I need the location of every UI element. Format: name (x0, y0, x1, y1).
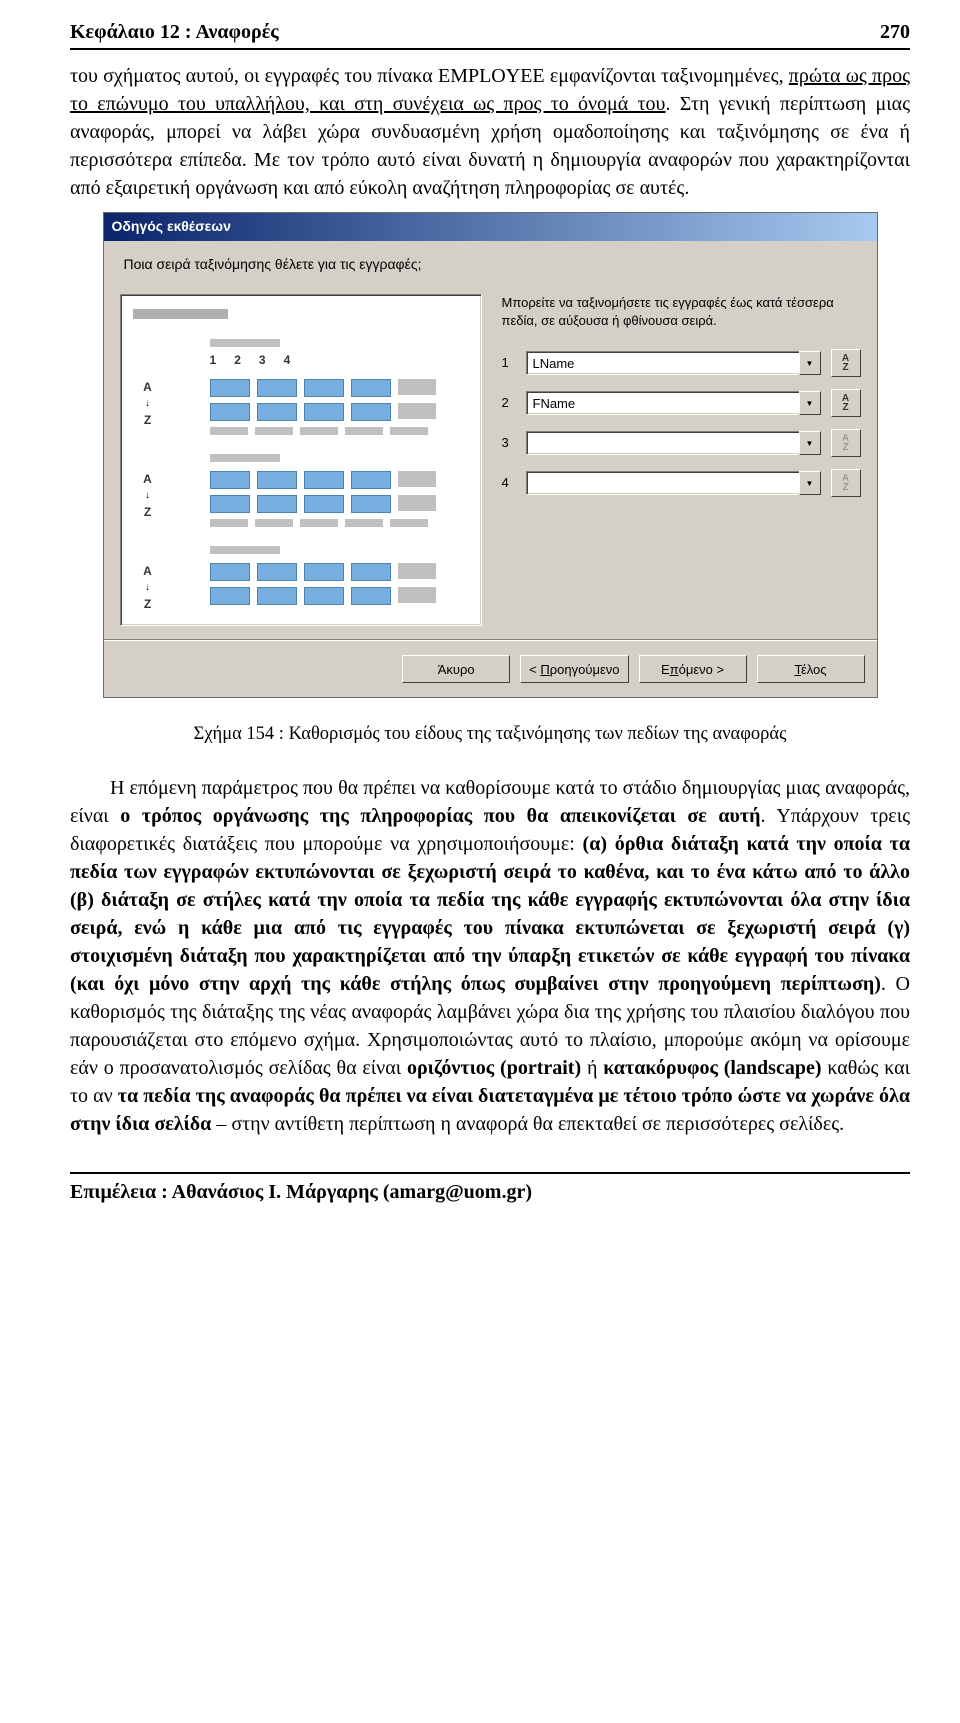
wizard-question: Ποια σειρά ταξινόμησης θέλετε για τις εγ… (124, 255, 861, 275)
sort-field-2-input[interactable] (526, 391, 799, 415)
body-paragraph-2: Η επόμενη παράμετρος που θα πρέπει να κα… (70, 774, 910, 1138)
back-button[interactable]: < Προηγούμενο (520, 655, 628, 683)
page-header: Κεφάλαιο 12 : Αναφορές 270 (70, 18, 910, 50)
sort-row-2: 2 ▼ AZ (502, 389, 861, 417)
sort-panel: Μπορείτε να ταξινομήσετε τις εγγραφές έω… (502, 294, 861, 626)
page-footer: Επιμέλεια : Αθανάσιος Ι. Μάργαρης (amarg… (70, 1172, 910, 1206)
sort-field-1-input[interactable] (526, 351, 799, 375)
dropdown-icon[interactable]: ▼ (799, 431, 821, 455)
sort-order-2-button[interactable]: AZ (831, 389, 861, 417)
next-button[interactable]: Επόμενο > (639, 655, 747, 683)
preview-col-1: 1 (210, 352, 217, 369)
sort-row-4: 4 ▼ AZ (502, 469, 861, 497)
dropdown-icon[interactable]: ▼ (799, 351, 821, 375)
finish-button[interactable]: Τέλος (757, 655, 865, 683)
sort-field-2[interactable]: ▼ (526, 391, 821, 415)
sort-field-3-input[interactable] (526, 431, 799, 455)
header-title: Κεφάλαιο 12 : Αναφορές (70, 18, 279, 46)
header-pageno: 270 (880, 18, 910, 46)
wizard-button-row: Άκυρο < Προηγούμενο Επόμενο > Τέλος (104, 640, 877, 697)
sort-field-3[interactable]: ▼ (526, 431, 821, 455)
wizard-titlebar: Οδηγός εκθέσεων (104, 213, 877, 241)
preview-col-2: 2 (234, 352, 241, 369)
dropdown-icon[interactable]: ▼ (799, 471, 821, 495)
sort-instructions: Μπορείτε να ταξινομήσετε τις εγγραφές έω… (502, 294, 861, 329)
sort-field-1[interactable]: ▼ (526, 351, 821, 375)
sort-order-3-button[interactable]: AZ (831, 429, 861, 457)
sort-field-4-input[interactable] (526, 471, 799, 495)
report-wizard-dialog: Οδηγός εκθέσεων Ποια σειρά ταξινόμησης θ… (103, 212, 878, 698)
preview-col-3: 3 (259, 352, 266, 369)
figure-caption: Σχήμα 154 : Καθορισμός του είδους της τα… (70, 722, 910, 748)
sort-order-1-button[interactable]: AZ (831, 349, 861, 377)
cancel-button[interactable]: Άκυρο (402, 655, 510, 683)
sort-preview: 1 2 3 4 A↓Z (120, 294, 482, 626)
sort-field-4[interactable]: ▼ (526, 471, 821, 495)
preview-col-4: 4 (284, 352, 291, 369)
sort-order-4-button[interactable]: AZ (831, 469, 861, 497)
dropdown-icon[interactable]: ▼ (799, 391, 821, 415)
sort-row-3: 3 ▼ AZ (502, 429, 861, 457)
intro-paragraph: του σχήματος αυτού, οι εγγραφές του πίνα… (70, 62, 910, 202)
sort-row-1: 1 ▼ AZ (502, 349, 861, 377)
